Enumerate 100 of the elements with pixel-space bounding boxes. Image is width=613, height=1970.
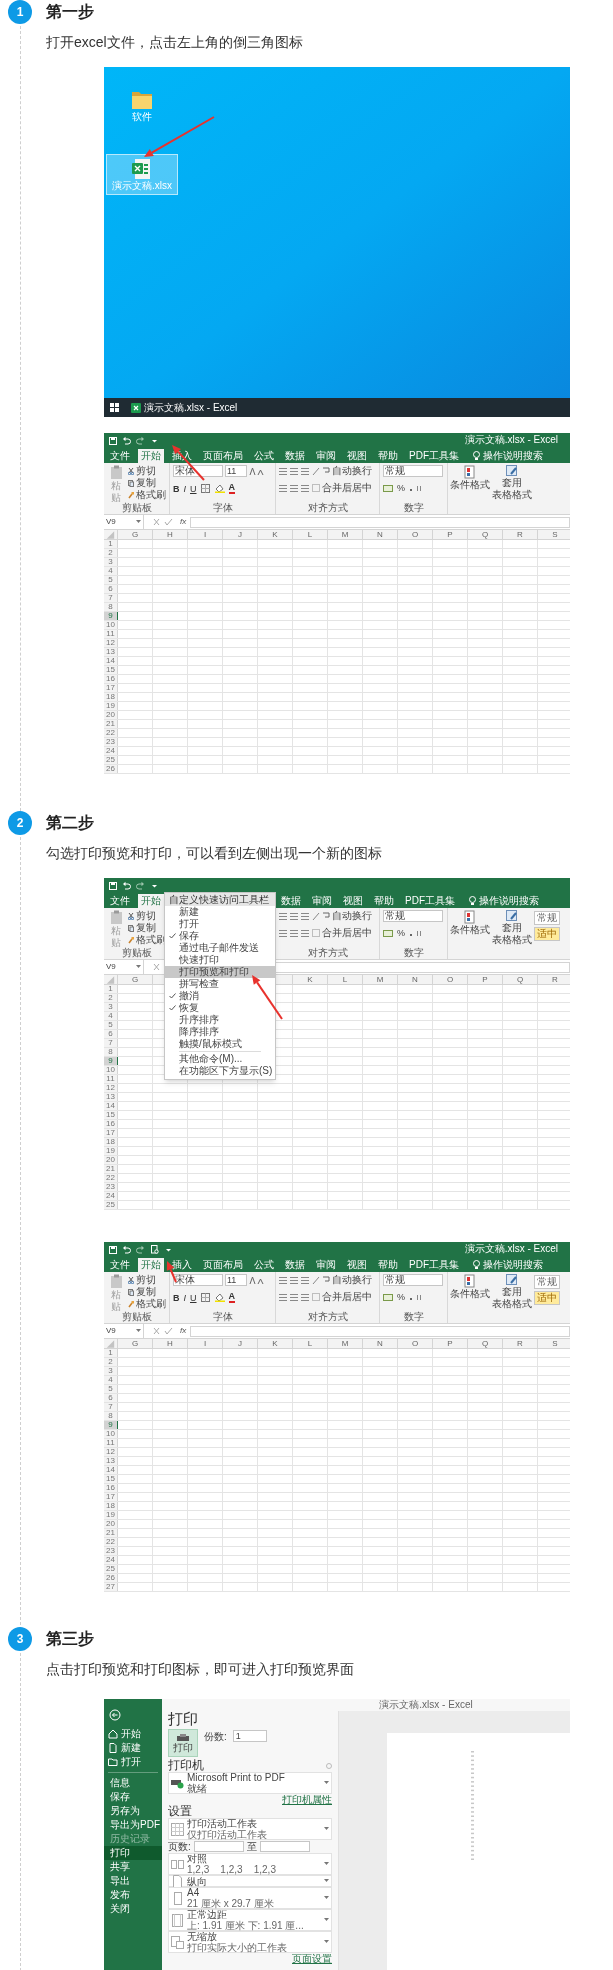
row-header[interactable]: 3 (104, 1367, 118, 1375)
backstage-nav-item[interactable]: 新建 (104, 1741, 162, 1755)
column-header[interactable]: M (328, 530, 363, 539)
conditional-format-button[interactable]: 条件格式 (450, 910, 490, 959)
ribbon-tab[interactable]: 公式 (251, 449, 277, 463)
currency-icon[interactable] (383, 1292, 393, 1302)
ribbon-tab[interactable]: 视图 (344, 449, 370, 463)
cut-button[interactable]: 剪切 (128, 465, 166, 477)
backstage-nav-item[interactable]: 关闭 (104, 1902, 162, 1916)
row-header[interactable]: 26 (104, 765, 118, 773)
format-painter-button[interactable]: 格式刷 (128, 934, 166, 946)
row-header[interactable]: 19 (104, 702, 118, 710)
name-box[interactable]: V9 (104, 1324, 144, 1338)
row-header[interactable]: 2 (104, 549, 118, 557)
row-header[interactable]: 3 (104, 558, 118, 566)
print-preview-icon[interactable] (150, 1244, 159, 1254)
row-header[interactable]: 7 (104, 594, 118, 602)
ribbon-tab[interactable]: 视图 (344, 1258, 370, 1272)
page-from-field[interactable] (193, 1841, 244, 1852)
row-header[interactable]: 1 (104, 540, 118, 548)
percent-button[interactable]: % (397, 928, 405, 938)
menu-item[interactable]: 在功能区下方显示(S) (165, 1065, 275, 1077)
wrap-text-button[interactable]: 自动换行 (323, 465, 372, 477)
row-header[interactable]: 1 (104, 985, 118, 993)
font-name-field[interactable]: 宋体 (173, 465, 223, 477)
row-header[interactable]: 22 (104, 1174, 118, 1182)
backstage-nav-item[interactable]: 打开 (104, 1755, 162, 1769)
cancel-enter-icons[interactable] (152, 1327, 174, 1335)
menu-item[interactable]: 其他命令(M)... (165, 1053, 275, 1065)
row-header[interactable]: 4 (104, 1012, 118, 1020)
column-header[interactable]: R (538, 975, 570, 984)
cell-style-option[interactable]: 常规 (534, 1275, 560, 1289)
row-header[interactable]: 13 (104, 648, 118, 656)
ribbon-tab[interactable]: 数据 (282, 449, 308, 463)
format-as-table-button[interactable]: 套用 表格格式 (492, 1274, 532, 1323)
percent-button[interactable]: % (397, 483, 405, 493)
ribbon-tab[interactable]: 文件 (107, 449, 133, 463)
column-header[interactable]: P (433, 1339, 468, 1348)
row-header[interactable]: 10 (104, 1430, 118, 1438)
row-header[interactable]: 8 (104, 603, 118, 611)
column-header[interactable]: I (188, 1339, 223, 1348)
copy-button[interactable]: 复制 (128, 477, 166, 489)
column-header[interactable]: Q (468, 1339, 503, 1348)
backstage-nav-item[interactable]: 共享 (104, 1860, 162, 1874)
ribbon-tab[interactable]: 开始 (138, 1258, 164, 1272)
column-header[interactable]: L (328, 975, 363, 984)
row-header[interactable]: 21 (104, 1165, 118, 1173)
ribbon-tab[interactable]: PDF工具集 (406, 1258, 462, 1272)
ribbon-tab[interactable]: 视图 (340, 894, 366, 908)
row-header[interactable]: 1 (104, 1349, 118, 1357)
backstage-nav-item[interactable]: 保存 (104, 1790, 162, 1804)
column-header[interactable]: Q (503, 975, 538, 984)
page-setup-link[interactable]: 页面设置 (292, 1953, 332, 1964)
column-header[interactable]: O (433, 975, 468, 984)
row-header[interactable]: 6 (104, 1394, 118, 1402)
conditional-format-button[interactable]: 条件格式 (450, 1274, 490, 1323)
column-header[interactable]: I (188, 530, 223, 539)
cancel-enter-icons[interactable] (152, 518, 174, 526)
row-header[interactable]: 24 (104, 1556, 118, 1564)
row-header[interactable]: 14 (104, 1466, 118, 1474)
alignment-icons[interactable] (279, 466, 309, 476)
cell-style-option[interactable]: 适中 (534, 927, 560, 941)
printer-properties-link[interactable]: 打印机属性 (282, 1794, 332, 1805)
column-header[interactable]: R (503, 1339, 538, 1348)
fill-color-icon[interactable] (214, 1293, 225, 1302)
column-header[interactable]: K (293, 975, 328, 984)
alignment-icons[interactable] (279, 1292, 309, 1302)
row-header[interactable]: 19 (104, 1511, 118, 1519)
backstage-nav-item[interactable]: 另存为 (104, 1804, 162, 1818)
number-format-field[interactable]: 常规 (383, 910, 443, 922)
tell-me-search[interactable]: 操作说明搜索 (473, 449, 543, 463)
save-icon[interactable] (108, 1244, 117, 1254)
row-header[interactable]: 22 (104, 729, 118, 737)
column-header[interactable]: O (398, 1339, 433, 1348)
row-header[interactable]: 14 (104, 1102, 118, 1110)
decimal-icons[interactable] (409, 483, 423, 493)
ribbon-tab[interactable]: 审阅 (309, 894, 335, 908)
settings-dropdown[interactable]: 无缩放 打印实际大小的工作表 (168, 1931, 332, 1953)
font-size-icon[interactable] (249, 466, 265, 476)
alignment-icons[interactable] (279, 1275, 309, 1285)
menu-item[interactable]: 升序排序 (165, 1014, 275, 1026)
font-size-field[interactable]: 11 (225, 1274, 247, 1286)
row-header[interactable]: 23 (104, 738, 118, 746)
backstage-nav-item[interactable]: 导出为PDF (104, 1818, 162, 1832)
row-header[interactable]: 20 (104, 1156, 118, 1164)
percent-button[interactable]: % (397, 1292, 405, 1302)
format-button[interactable]: I (183, 483, 186, 494)
row-header[interactable]: 14 (104, 657, 118, 665)
cell-style-option[interactable]: 适中 (534, 1291, 560, 1305)
font-name-field[interactable]: 宋体 (173, 1274, 223, 1286)
currency-icon[interactable] (383, 928, 393, 938)
column-header[interactable]: N (363, 530, 398, 539)
column-header[interactable]: Q (468, 530, 503, 539)
row-header[interactable]: 11 (104, 1439, 118, 1447)
row-header[interactable]: 7 (104, 1403, 118, 1411)
cell-style-option[interactable]: 常规 (534, 911, 560, 925)
wrap-text-button[interactable]: 自动换行 (323, 1274, 372, 1286)
ribbon-tab[interactable]: 帮助 (371, 894, 397, 908)
save-icon[interactable] (108, 880, 117, 890)
fill-color-icon[interactable] (214, 484, 225, 493)
